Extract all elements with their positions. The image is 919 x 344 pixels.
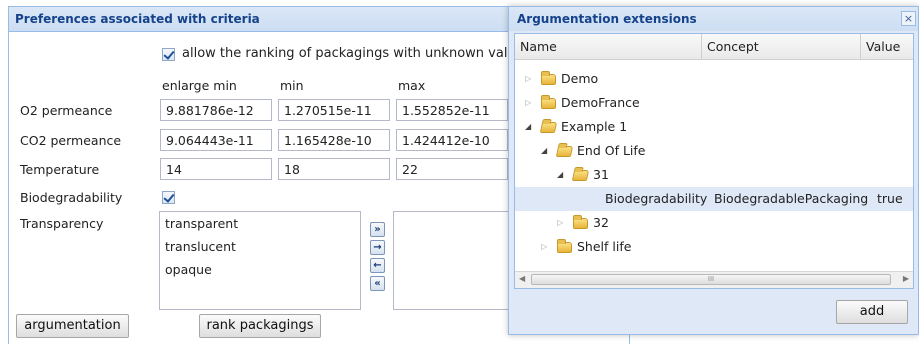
co2-max-input[interactable]: 1.424412e-10 bbox=[396, 129, 508, 151]
folder-icon bbox=[541, 95, 556, 109]
temperature-min-input[interactable]: 18 bbox=[278, 158, 390, 180]
tree-node-32[interactable]: ▷ 32 bbox=[515, 211, 913, 235]
scrollbar-thumb[interactable]: III bbox=[531, 274, 891, 285]
tree-node-demo[interactable]: ▷ Demo bbox=[515, 67, 913, 91]
column-header-name[interactable]: Name bbox=[515, 34, 702, 59]
tree-node-label: 32 bbox=[593, 215, 609, 230]
tree-node-demofrance[interactable]: ▷ DemoFrance bbox=[515, 91, 913, 115]
temperature-max-input[interactable]: 22 bbox=[396, 158, 508, 180]
move-all-right-icon[interactable]: » bbox=[370, 222, 385, 237]
expand-arrow-icon[interactable]: ▷ bbox=[541, 235, 547, 259]
collapse-arrow-icon[interactable]: ◢ bbox=[541, 139, 547, 163]
tree-node-label: Demo bbox=[561, 71, 599, 86]
folder-icon bbox=[541, 71, 556, 85]
folder-open-icon bbox=[539, 122, 558, 133]
transparency-label: Transparency bbox=[20, 216, 104, 231]
list-item[interactable]: opaque bbox=[160, 258, 360, 281]
tree-node-shelf-life[interactable]: ▷ Shelf life bbox=[515, 235, 913, 259]
co2-enlarge-min-input[interactable]: 9.064443e-11 bbox=[160, 129, 272, 151]
column-min: min bbox=[280, 78, 304, 93]
o2-enlarge-min-input[interactable]: 9.881786e-12 bbox=[160, 99, 272, 121]
window-title: Argumentation extensions bbox=[509, 7, 918, 31]
expand-arrow-icon[interactable]: ▷ bbox=[525, 91, 531, 115]
list-item[interactable]: transparent bbox=[160, 212, 360, 235]
expand-arrow-icon[interactable]: ▷ bbox=[525, 67, 531, 91]
row-label-o2-permeance: O2 permeance bbox=[20, 103, 113, 118]
row-label-co2-permeance: CO2 permeance bbox=[20, 133, 122, 148]
move-right-icon[interactable]: → bbox=[370, 240, 385, 255]
column-header-concept[interactable]: Concept bbox=[702, 34, 861, 59]
o2-min-input[interactable]: 1.270515e-11 bbox=[278, 99, 390, 121]
allow-unknown-checkbox[interactable] bbox=[162, 48, 175, 61]
transparency-selected-list[interactable] bbox=[393, 211, 515, 310]
tree-node-example-1[interactable]: ◢ Example 1 bbox=[515, 115, 913, 139]
grid-header: Name Concept Value bbox=[515, 34, 913, 60]
tree-node-label: DemoFrance bbox=[561, 95, 640, 110]
allow-unknown-label: allow the ranking of packagings with unk… bbox=[182, 46, 553, 61]
argumentation-extensions-window: Argumentation extensions × Name Concept … bbox=[508, 6, 919, 335]
o2-max-input[interactable]: 1.552852e-11 bbox=[396, 99, 508, 121]
temperature-enlarge-min-input[interactable]: 14 bbox=[160, 158, 272, 180]
move-all-left-icon[interactable]: « bbox=[370, 276, 385, 291]
biodegradability-checkbox[interactable] bbox=[162, 191, 175, 204]
co2-min-input[interactable]: 1.165428e-10 bbox=[278, 129, 390, 151]
rank-packagings-button[interactable]: rank packagings bbox=[199, 314, 321, 338]
move-left-icon[interactable]: ← bbox=[370, 258, 385, 273]
folder-icon bbox=[573, 215, 588, 229]
tree-node-label: End Of Life bbox=[577, 143, 646, 158]
folder-open-icon bbox=[555, 146, 574, 157]
tree-node-label: Example 1 bbox=[561, 119, 628, 134]
list-item[interactable]: translucent bbox=[160, 235, 360, 258]
row-label-temperature: Temperature bbox=[20, 162, 100, 177]
leaf-value: true bbox=[877, 191, 903, 206]
leaf-concept: BiodegradablePackaging bbox=[714, 191, 869, 206]
scroll-left-icon[interactable]: ◀ bbox=[519, 274, 525, 283]
folder-open-icon bbox=[571, 170, 590, 181]
leaf-name: Biodegradability bbox=[605, 191, 708, 206]
column-enlarge-min: enlarge min bbox=[162, 78, 237, 93]
tree-leaf-biodegradability[interactable]: Biodegradability BiodegradablePackaging … bbox=[515, 187, 913, 211]
tree-grid: Name Concept Value ▷ Demo ▷ DemoFrance ◢… bbox=[514, 33, 914, 289]
argumentation-button[interactable]: argumentation bbox=[16, 314, 129, 338]
transparency-available-list[interactable]: transparent translucent opaque bbox=[159, 211, 361, 310]
add-button[interactable]: add bbox=[836, 300, 908, 324]
tree-node-label: 31 bbox=[593, 167, 609, 182]
close-icon[interactable]: × bbox=[901, 11, 916, 26]
expand-arrow-icon[interactable]: ▷ bbox=[557, 211, 563, 235]
collapse-arrow-icon[interactable]: ◢ bbox=[557, 163, 563, 187]
collapse-arrow-icon[interactable]: ◢ bbox=[525, 115, 531, 139]
column-header-value[interactable]: Value bbox=[861, 34, 913, 59]
biodegradability-label: Biodegradability bbox=[20, 190, 123, 205]
horizontal-scrollbar[interactable]: ◀ III ▶ bbox=[515, 271, 913, 288]
tree-node-label: Shelf life bbox=[577, 239, 632, 254]
scroll-right-icon[interactable]: ▶ bbox=[903, 274, 909, 283]
tree-node-end-of-life[interactable]: ◢ End Of Life bbox=[515, 139, 913, 163]
tree-node-31[interactable]: ◢ 31 bbox=[515, 163, 913, 187]
folder-icon bbox=[557, 239, 572, 253]
column-max: max bbox=[398, 78, 426, 93]
